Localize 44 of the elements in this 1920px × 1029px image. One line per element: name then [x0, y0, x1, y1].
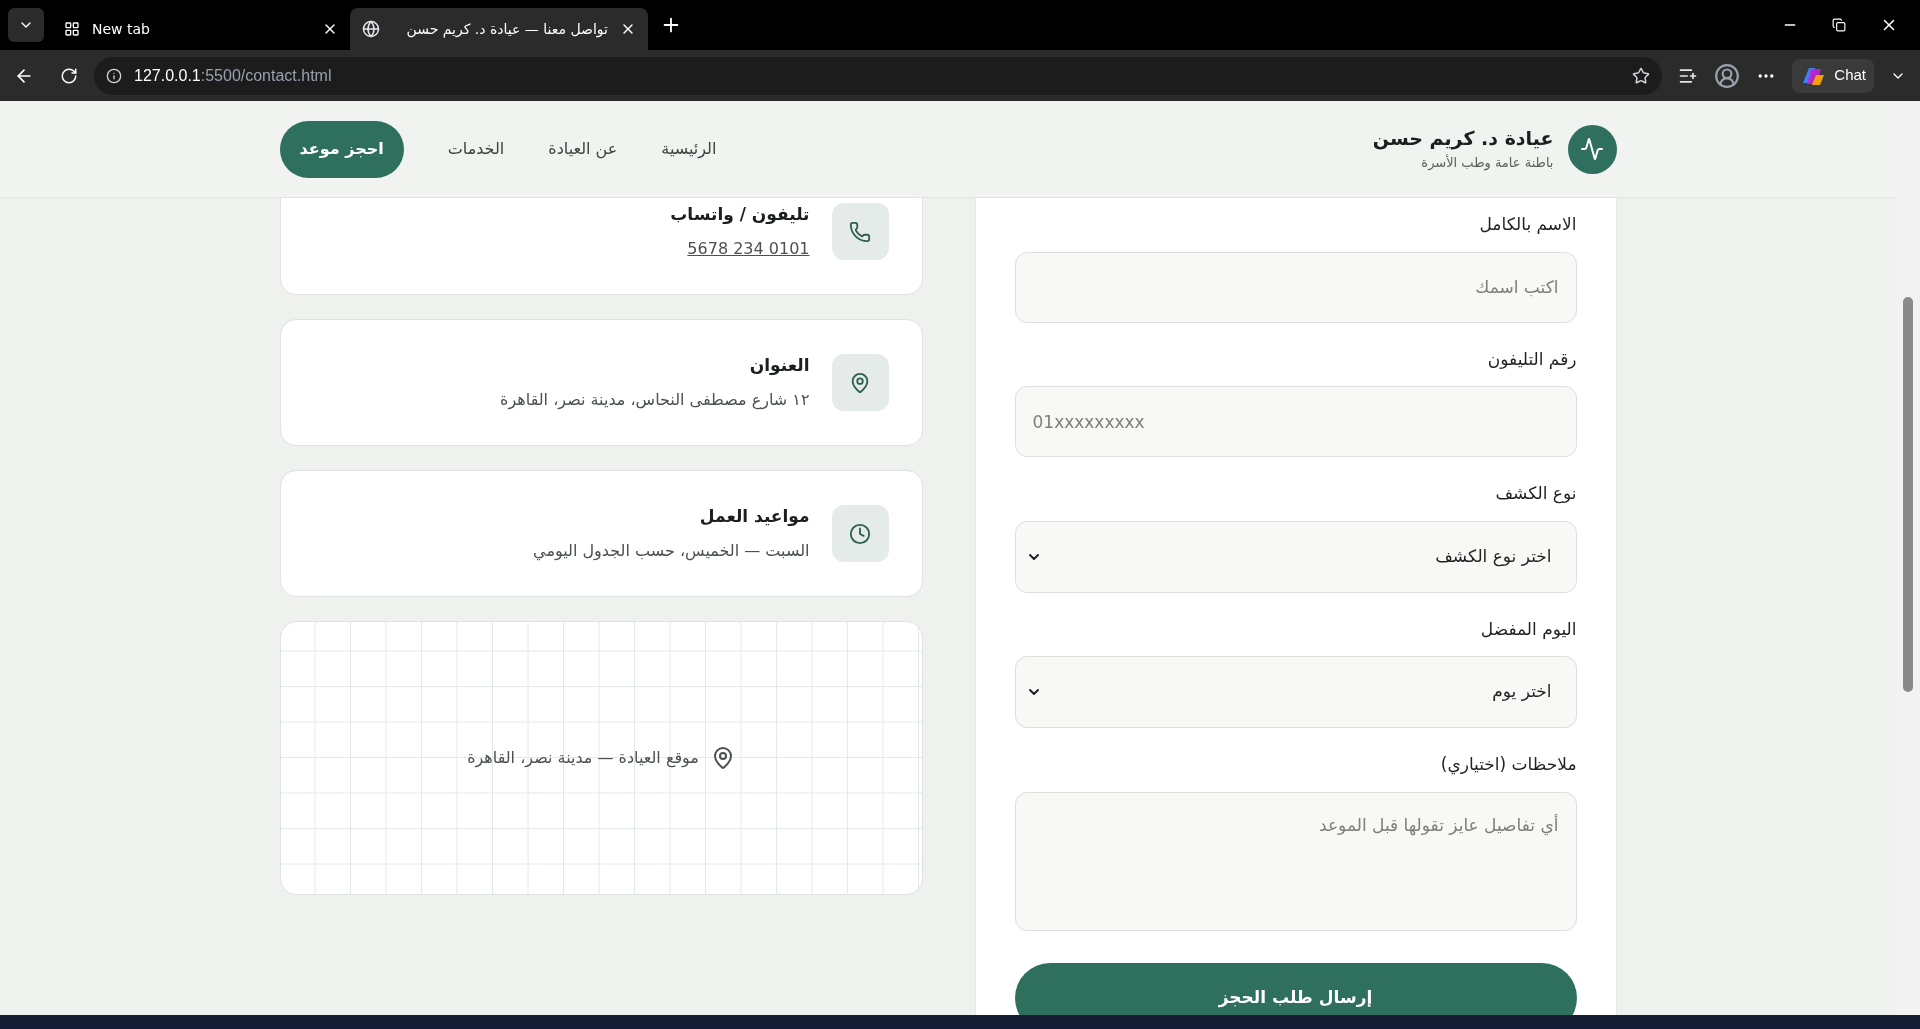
address-bar[interactable]: 127.0.0.1:5500/contact.html: [94, 56, 1663, 95]
tab-title: New tab: [92, 19, 151, 39]
profile-icon[interactable]: [1714, 62, 1741, 89]
map-label: موقع العيادة — مدينة نصر، القاهرة: [467, 747, 699, 770]
card-title: مواعيد العمل: [699, 504, 810, 528]
select-field[interactable]: اختر نوع الكشف: [1014, 520, 1577, 593]
card-value: ١٢ شارع مصطفى النحاس، مدينة نصر، القاهرة: [500, 389, 810, 412]
map-pin-icon: [849, 371, 871, 394]
field-label: اليوم المفضل: [1480, 617, 1577, 641]
notes-field[interactable]: أي تفاصيل عايز تقولها قبل الموعد: [1014, 791, 1577, 931]
star-icon[interactable]: [1632, 66, 1651, 85]
phone-link[interactable]: 5678 234 0101: [687, 237, 810, 262]
card-title: تليفون / واتساب: [670, 202, 810, 226]
browser-tab[interactable]: تواصل معنا — عيادة د. كريم حسن: [350, 8, 648, 50]
input-field[interactable]: 01xxxxxxxxx: [1014, 386, 1577, 457]
field-label: الاسم بالكامل: [1479, 213, 1577, 236]
reload-icon[interactable]: [60, 66, 78, 85]
select-field[interactable]: اختر يوم: [1014, 656, 1577, 728]
field-label: ملاحظات (اختياري): [1440, 753, 1577, 777]
field-label: رقم التليفون: [1487, 347, 1577, 371]
brand-name: عيادة د. كريم حسن: [1372, 127, 1554, 151]
tab-title: تواصل معنا — عيادة د. كريم حسن: [405, 19, 608, 40]
restore-icon[interactable]: [1832, 18, 1846, 32]
chat-button[interactable]: Chat: [1792, 58, 1874, 93]
nav-link[interactable]: عن العيادة: [548, 137, 618, 161]
info-icon: [106, 67, 122, 84]
nav-link[interactable]: الرئيسية: [661, 137, 717, 161]
card-value: السبت — الخميس، حسب الجدول اليومي: [533, 540, 810, 563]
url-text: 127.0.0.1:5500/contact.html: [134, 65, 332, 86]
nav-link[interactable]: الخدمات: [447, 137, 505, 161]
logo-badge[interactable]: [1567, 124, 1617, 174]
scrollbar-thumb[interactable]: [1903, 297, 1913, 692]
field-label: نوع الكشف: [1495, 482, 1577, 506]
brand-tagline: باطنة عامة وطب الأسرة: [1421, 154, 1554, 171]
submit-button[interactable]: إرسال طلب الحجز: [1014, 962, 1577, 1015]
browser-tab[interactable]: New tab: [52, 8, 350, 50]
phone-icon: [849, 220, 871, 243]
clock-icon: [849, 522, 871, 545]
tab-list-button[interactable]: [8, 8, 44, 42]
tab-page-icon: [64, 21, 80, 37]
card-title: العنوان: [749, 353, 810, 377]
globe-icon: [362, 20, 380, 38]
input-field[interactable]: اكتب اسمك: [1014, 251, 1577, 323]
book-appointment-button[interactable]: احجز موعد: [279, 120, 404, 178]
